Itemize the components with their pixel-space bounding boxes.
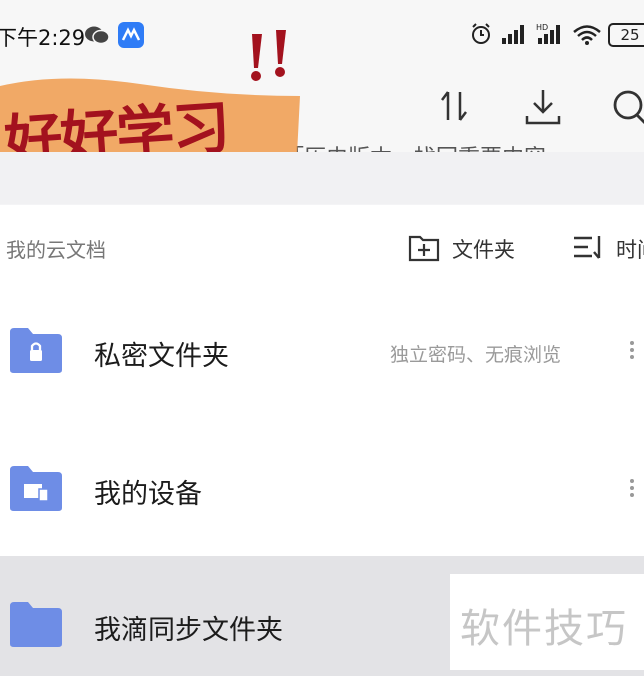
folder-name: 我的设备 bbox=[94, 479, 202, 510]
battery-icon: 25 bbox=[608, 23, 644, 47]
folder-icon bbox=[10, 602, 62, 647]
folder-name: 私密文件夹 bbox=[94, 341, 229, 372]
sort-swap-icon[interactable] bbox=[438, 88, 470, 124]
folder-row-devices[interactable]: 我的设备 bbox=[0, 428, 644, 548]
signal-icon bbox=[502, 25, 524, 44]
watermark: 软件技巧 bbox=[450, 574, 644, 670]
section-title: 我的云文档 bbox=[6, 238, 106, 262]
download-icon[interactable] bbox=[524, 88, 562, 126]
watermark-text: 软件技巧 bbox=[460, 606, 628, 652]
device-folder-icon bbox=[10, 466, 62, 511]
folder-plus-icon bbox=[408, 235, 440, 262]
alarm-icon bbox=[472, 23, 490, 44]
sort-list-icon bbox=[574, 236, 601, 259]
lock-folder-icon bbox=[10, 328, 62, 373]
wifi-icon bbox=[573, 25, 601, 45]
folder-row-private[interactable]: 私密文件夹 独立密码、无痕浏览 bbox=[0, 290, 644, 410]
hd-signal-icon: HD bbox=[536, 23, 560, 44]
more-icon[interactable] bbox=[630, 476, 636, 500]
folder-description: 独立密码、无痕浏览 bbox=[390, 344, 562, 366]
section-header: 我的云文档 文件夹 时间 bbox=[0, 218, 644, 274]
divider bbox=[0, 152, 644, 204]
new-folder-label: 文件夹 bbox=[452, 238, 515, 262]
search-icon[interactable] bbox=[610, 88, 644, 128]
more-icon[interactable] bbox=[630, 338, 636, 362]
svg-text:HD: HD bbox=[536, 23, 548, 32]
sort-by-time-button[interactable]: 时间 bbox=[572, 230, 644, 262]
sort-label: 时间 bbox=[616, 238, 644, 262]
folder-name: 我滴同步文件夹 bbox=[94, 615, 283, 646]
